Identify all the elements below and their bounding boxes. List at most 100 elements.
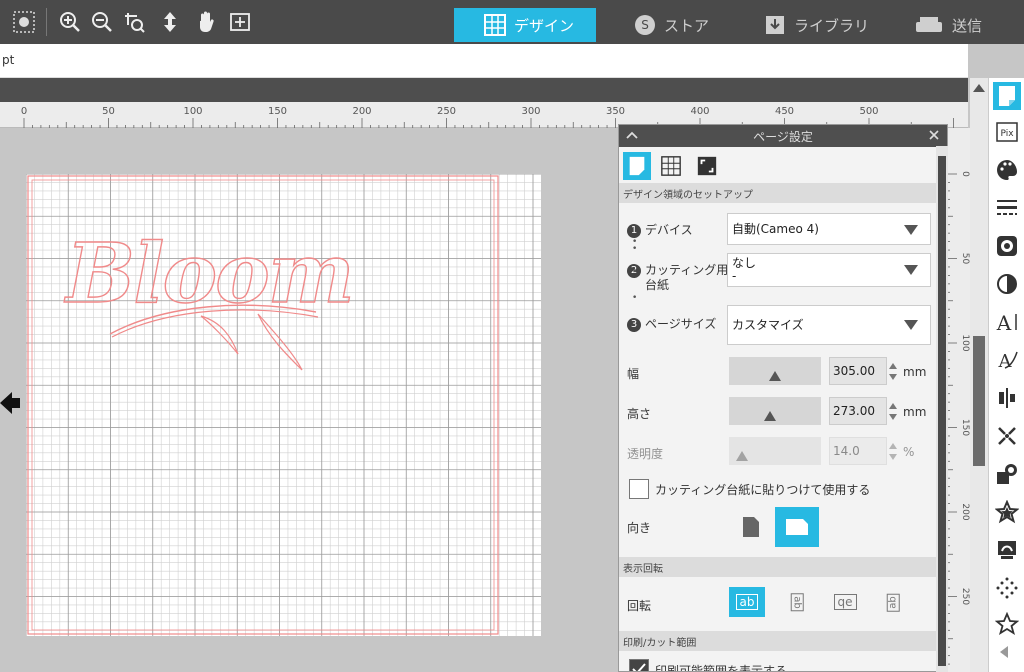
- tab-send[interactable]: 送信: [914, 8, 1014, 42]
- design-text[interactable]: Bloom: [63, 225, 355, 322]
- page-settings-icon[interactable]: [993, 82, 1021, 110]
- width-input[interactable]: 305.00: [829, 357, 887, 385]
- zoom-select-icon[interactable]: [120, 8, 148, 36]
- tab-registration[interactable]: [693, 152, 721, 180]
- chevron-down-icon: [904, 225, 918, 235]
- transform-icon[interactable]: [993, 422, 1021, 450]
- page-settings-panel: ページ設定 デザイン領域のセットアップ 1 デバイス • • 自動(Cameo 4)…: [618, 124, 948, 672]
- ruler-label: 500: [859, 106, 878, 117]
- pixscan-icon[interactable]: Pix: [993, 118, 1021, 146]
- image-effects-icon[interactable]: [993, 232, 1021, 260]
- device-select[interactable]: 自動(Cameo 4): [727, 213, 931, 245]
- collapse-left-icon[interactable]: [1000, 646, 1008, 658]
- landscape-page-icon: [786, 519, 808, 535]
- orientation-label: 向き: [627, 521, 652, 535]
- print-row: 印刷可能範囲を表示する: [619, 651, 947, 672]
- trace-icon[interactable]: [993, 536, 1021, 564]
- ruler-label: 0: [21, 106, 27, 117]
- rotate-270-button[interactable]: ab: [875, 587, 911, 617]
- mat-label: 2 カッティング用 台紙: [627, 263, 728, 292]
- width-slider[interactable]: [729, 357, 821, 385]
- tab-grid[interactable]: [657, 152, 685, 180]
- portrait-page-icon: [743, 517, 759, 537]
- right-tool-panel: Pix A A: [988, 78, 1024, 672]
- panel-tabs: [619, 147, 947, 183]
- height-slider[interactable]: [729, 397, 821, 425]
- ruler-label: 150: [268, 106, 287, 117]
- section-setup-title: デザイン領域のセットアップ: [619, 183, 947, 203]
- page-size-select[interactable]: カスタマイズ: [727, 305, 931, 345]
- panel-header: ページ設定: [619, 125, 947, 147]
- fit-to-page-icon[interactable]: [226, 8, 254, 36]
- leaf-shape[interactable]: [257, 313, 303, 371]
- fill-palette-icon[interactable]: [993, 156, 1021, 184]
- transparency-stepper[interactable]: [887, 437, 899, 465]
- star-outline-icon[interactable]: [993, 610, 1021, 638]
- landscape-button[interactable]: [775, 507, 819, 547]
- contrast-icon[interactable]: [993, 270, 1021, 298]
- panel-scroll-thumb[interactable]: [938, 156, 946, 666]
- move-icon[interactable]: [156, 8, 184, 36]
- orientation-row: 向き: [619, 503, 947, 553]
- portrait-button[interactable]: [729, 507, 773, 547]
- use-mat-checkbox[interactable]: [629, 479, 649, 499]
- tab-label: ライブラリ: [794, 16, 870, 35]
- pan-hand-icon[interactable]: [192, 8, 220, 36]
- section-rotation-title: 表示回転: [619, 557, 947, 577]
- vertical-scrollbar[interactable]: [970, 78, 988, 672]
- svg-text:A: A: [998, 351, 1013, 372]
- height-label: 高さ: [627, 407, 652, 421]
- panel-scrollbar[interactable]: [936, 146, 948, 672]
- cutting-mat[interactable]: Bloom: [26, 174, 541, 636]
- slider-knob[interactable]: [769, 371, 781, 381]
- rotate-180-button[interactable]: qe: [827, 587, 863, 617]
- transparency-input[interactable]: 14.0: [829, 437, 887, 465]
- chevron-down-icon: [904, 320, 918, 330]
- tab-page-setup[interactable]: [623, 152, 651, 180]
- ruler-label: 100: [183, 106, 202, 117]
- slider-knob[interactable]: [764, 411, 777, 421]
- sketch-dots-icon[interactable]: [993, 574, 1021, 602]
- collapse-chevron-icon[interactable]: [625, 128, 639, 142]
- text-style-icon[interactable]: A: [993, 308, 1021, 336]
- slider-knob[interactable]: [735, 451, 748, 461]
- checkmark-icon: [632, 663, 646, 671]
- align-icon[interactable]: [993, 384, 1021, 412]
- transparency-unit: %: [903, 445, 915, 459]
- show-print-checkbox[interactable]: [629, 659, 649, 671]
- zoom-out-icon[interactable]: [88, 8, 116, 36]
- width-stepper[interactable]: [887, 357, 899, 385]
- ruler-label: 250: [960, 588, 970, 605]
- svg-text:S: S: [641, 18, 649, 32]
- scroll-thumb[interactable]: [973, 336, 985, 466]
- transparency-slider[interactable]: [729, 437, 821, 465]
- text-path-icon[interactable]: A: [993, 346, 1021, 374]
- replicate-icon[interactable]: [993, 460, 1021, 488]
- send-icon: [916, 17, 942, 32]
- top-toolbar: デザイン S ストア ライブラリ 送信: [0, 0, 1024, 44]
- height-input[interactable]: 273.00: [829, 397, 887, 425]
- library-icon: [766, 16, 784, 34]
- mat-select[interactable]: なし -: [727, 253, 931, 287]
- tab-store[interactable]: S ストア: [634, 8, 754, 42]
- tab-design[interactable]: デザイン: [454, 8, 596, 42]
- section-print-title: 印刷/カット範囲: [619, 631, 947, 651]
- show-print-label: 印刷可能範囲を表示する: [655, 664, 788, 672]
- ruler-label: 200: [352, 106, 371, 117]
- star-favorite-icon[interactable]: [993, 498, 1021, 526]
- left-arrow-icon[interactable]: [0, 392, 20, 414]
- rotate-90-button[interactable]: ab: [779, 587, 815, 617]
- ruler-label: 350: [606, 106, 625, 117]
- zoom-in-icon[interactable]: [56, 8, 84, 36]
- close-icon[interactable]: [927, 128, 941, 142]
- setup-section: 1 デバイス • • 自動(Cameo 4) 2 カッティング用 台紙 • • なし - …: [619, 203, 947, 503]
- page-size-label: 3 ページサイズ: [627, 315, 716, 332]
- rotate-0-button[interactable]: ab: [729, 587, 765, 617]
- options-bar: pt: [0, 44, 968, 78]
- height-stepper[interactable]: [887, 397, 899, 425]
- select-points-icon[interactable]: [10, 8, 38, 36]
- scroll-up-icon[interactable]: [973, 84, 985, 92]
- tab-library[interactable]: ライブラリ: [764, 8, 894, 42]
- line-style-icon[interactable]: [993, 194, 1021, 222]
- transparency-label: 透明度: [627, 447, 664, 461]
